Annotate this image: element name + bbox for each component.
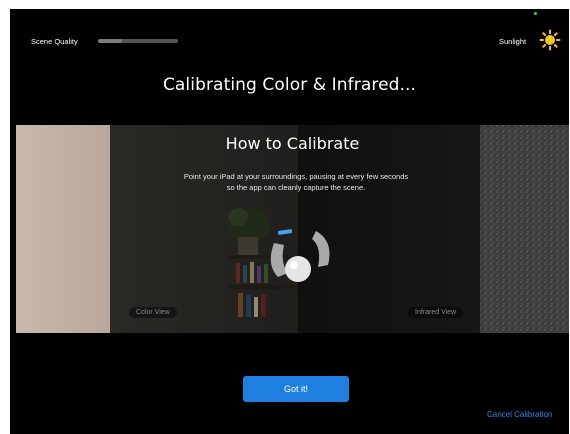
scene-quality-meter-fill: [98, 39, 122, 43]
infrared-view-label: Infrared View: [408, 307, 464, 318]
status-indicator-dot: [534, 12, 537, 15]
scene-quality-meter: [98, 39, 178, 43]
scene-quality-label: Scene Quality: [31, 37, 78, 46]
lighting-label: Sunlight: [499, 37, 527, 46]
color-view-label: Color View: [129, 307, 177, 318]
instructions-line-2: so the app can cleanly capture the scene…: [226, 183, 366, 192]
camera-preview-image: [16, 125, 569, 333]
page-title: Calibrating Color & Infrared...: [162, 75, 417, 95]
instructions-title: How to Calibrate: [225, 134, 360, 153]
instructions-text: Point your iPad at your surroundings, pa…: [146, 171, 446, 193]
sun-icon: [539, 29, 561, 51]
cancel-calibration-link[interactable]: Cancel Calibration: [487, 410, 552, 419]
instructions-line-1: Point your iPad at your surroundings, pa…: [183, 172, 409, 181]
camera-preview-panel: How to Calibrate Point your iPad at your…: [16, 125, 569, 333]
got-it-button[interactable]: Got it!: [243, 376, 349, 402]
app-screen: Scene Quality Sunlight Calibrating Color…: [10, 9, 569, 434]
